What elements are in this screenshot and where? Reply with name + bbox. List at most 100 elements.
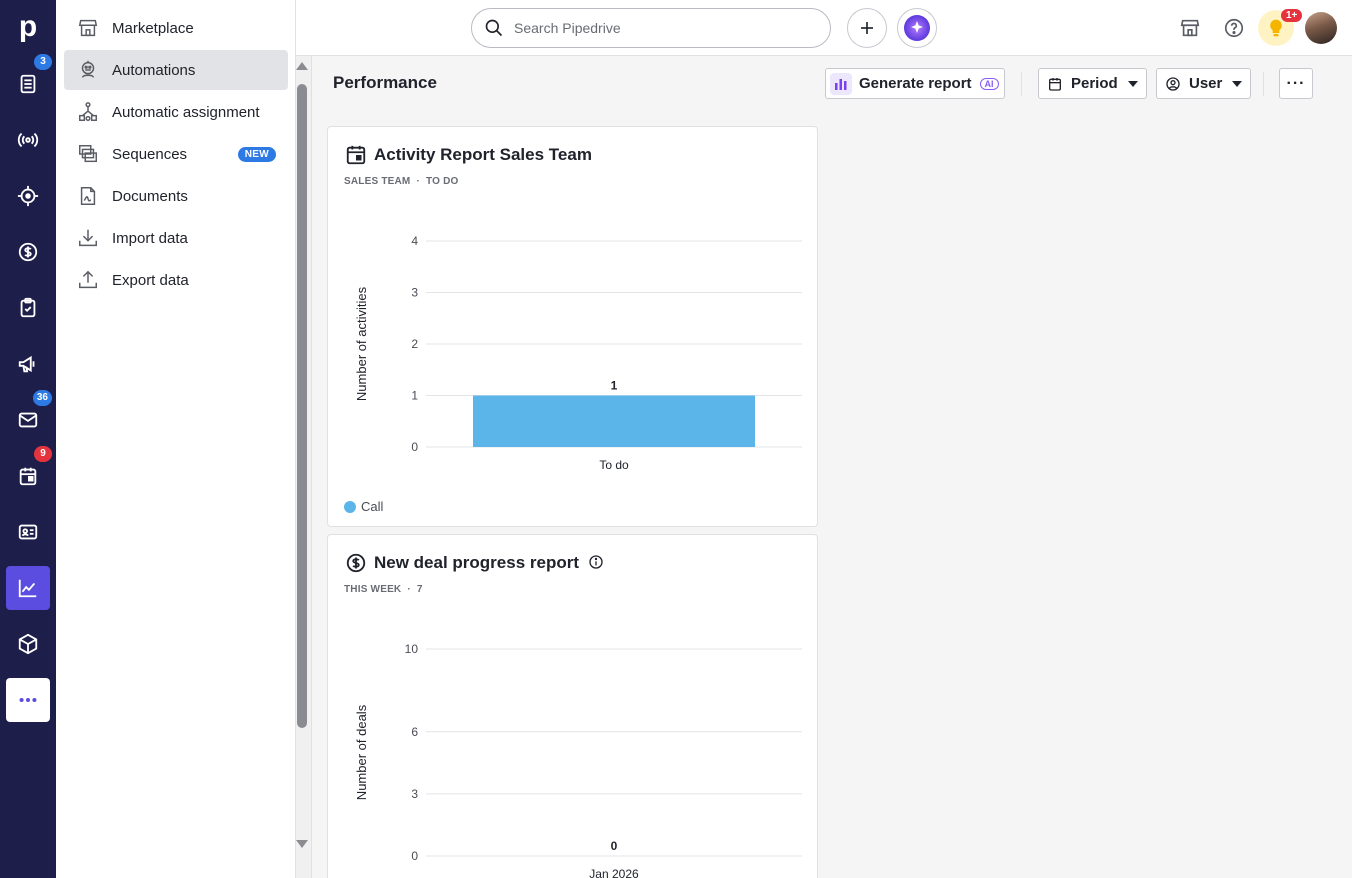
contacts-card-icon bbox=[18, 524, 38, 540]
products-box-icon bbox=[18, 633, 38, 655]
legend-label: Call bbox=[361, 499, 384, 514]
calendar-icon bbox=[1049, 77, 1061, 91]
menu-item-marketplace[interactable]: Marketplace bbox=[64, 8, 288, 48]
y-tick-label: 3 bbox=[411, 787, 418, 801]
menu-item-automatic-assignment[interactable]: Automatic assignment bbox=[64, 92, 288, 132]
leads-badge: 3 bbox=[34, 54, 52, 70]
menu-label: Documents bbox=[112, 187, 188, 205]
top-bar: 1+ bbox=[296, 0, 1352, 56]
generate-report-label: Generate report bbox=[859, 75, 972, 92]
y-tick-label: 6 bbox=[411, 725, 418, 739]
data-label: 0 bbox=[611, 839, 618, 853]
menu-label: Sequences bbox=[112, 145, 188, 163]
help-icon bbox=[1224, 18, 1244, 38]
menu-label: Import data bbox=[112, 229, 188, 247]
insights-nav[interactable] bbox=[6, 566, 50, 610]
bar[interactable] bbox=[473, 395, 755, 448]
add-button[interactable] bbox=[847, 8, 887, 48]
x-tick-label: Jan 2026 bbox=[589, 867, 639, 878]
sequences-icon bbox=[79, 145, 97, 163]
more-options-button[interactable]: ··· bbox=[1279, 68, 1313, 99]
x-tick-label: To do bbox=[599, 458, 629, 472]
search-icon bbox=[485, 19, 503, 37]
ellipsis-icon: ··· bbox=[1286, 74, 1306, 92]
activities-nav[interactable] bbox=[6, 286, 50, 330]
leads-inbox-icon bbox=[20, 74, 36, 94]
leads-inbox-nav[interactable]: 3 bbox=[6, 54, 52, 106]
menu-item-automations[interactable]: Automations bbox=[64, 50, 288, 90]
plus-icon bbox=[861, 22, 873, 34]
divider bbox=[1021, 72, 1022, 96]
ai-badge: AI bbox=[979, 77, 999, 90]
activity-bar-chart: 0 1 2 3 4 Number of activities 1 To do bbox=[354, 234, 802, 472]
ai-assistant-button[interactable] bbox=[897, 8, 937, 48]
megaphone-icon bbox=[18, 355, 35, 373]
lightbulb-icon bbox=[1270, 19, 1282, 37]
new-badge: NEW bbox=[237, 146, 276, 162]
period-dropdown[interactable]: Period bbox=[1038, 68, 1147, 99]
y-tick-label: 0 bbox=[411, 849, 418, 863]
menu-item-import-data[interactable]: Import data bbox=[64, 218, 288, 258]
more-icon bbox=[19, 697, 37, 703]
campaigns-nav[interactable] bbox=[6, 118, 50, 162]
y-tick-label: 3 bbox=[411, 286, 418, 300]
user-dropdown[interactable]: User bbox=[1156, 68, 1252, 99]
deal-progress-bar-chart: 0 3 6 10 Number of deals 0 Jan 2026 bbox=[354, 642, 802, 878]
insights-chart-icon bbox=[18, 579, 37, 598]
store-icon bbox=[78, 19, 98, 37]
menu-item-sequences[interactable]: Sequences NEW bbox=[64, 134, 288, 174]
tips-badge: 1+ bbox=[1281, 9, 1303, 22]
marketplace-button[interactable] bbox=[1176, 14, 1204, 42]
legend-swatch bbox=[344, 500, 356, 513]
assignment-icon bbox=[79, 102, 97, 121]
report-card-deal-progress[interactable]: New deal progress report THIS WEEK · 7 036… bbox=[327, 534, 818, 878]
data-label: 1 bbox=[611, 379, 618, 393]
report-card-activity[interactable]: Activity Report Sales Team SALES TEAM · TO… bbox=[327, 126, 818, 527]
y-tick-label: 10 bbox=[405, 642, 419, 656]
contacts-nav[interactable] bbox=[6, 510, 50, 554]
calendar-nav[interactable]: 9 bbox=[6, 446, 52, 498]
robot-icon bbox=[81, 60, 95, 78]
search-box[interactable] bbox=[471, 8, 831, 48]
search-input[interactable] bbox=[514, 20, 794, 36]
deals-dollar-icon bbox=[18, 242, 38, 262]
campaigns-broadcast-icon bbox=[17, 132, 39, 148]
menu-item-export-data[interactable]: Export data bbox=[64, 260, 288, 300]
user-avatar[interactable] bbox=[1305, 12, 1337, 44]
generate-report-button[interactable]: Generate report AI bbox=[825, 68, 1005, 99]
y-axis-label: Number of activities bbox=[354, 286, 369, 401]
import-icon bbox=[79, 229, 97, 247]
more-nav[interactable] bbox=[6, 678, 50, 722]
user-circle-icon bbox=[1166, 76, 1180, 91]
y-tick-label: 0 bbox=[411, 440, 418, 454]
period-label: Period bbox=[1071, 75, 1118, 92]
chevron-down-icon bbox=[1232, 80, 1243, 87]
ai-sparkle-icon bbox=[904, 15, 930, 41]
help-button[interactable] bbox=[1220, 14, 1248, 42]
divider bbox=[1263, 72, 1264, 96]
sidebar-scrollbar[interactable] bbox=[296, 56, 312, 878]
campaigns-megaphone-nav[interactable] bbox=[6, 342, 50, 386]
y-axis-label: Number of deals bbox=[354, 704, 369, 800]
scroll-down-arrow-icon[interactable] bbox=[296, 840, 308, 848]
y-tick-label: 2 bbox=[411, 337, 418, 351]
activities-clipboard-icon bbox=[20, 297, 36, 318]
deals-nav[interactable] bbox=[6, 230, 50, 274]
report-chart-icon bbox=[830, 72, 852, 95]
document-icon bbox=[80, 187, 96, 205]
menu-item-documents[interactable]: Documents bbox=[64, 176, 288, 216]
mail-nav[interactable]: 36 bbox=[6, 390, 52, 442]
target-nav[interactable] bbox=[6, 174, 50, 218]
scroll-thumb[interactable] bbox=[297, 84, 307, 728]
calendar-icon bbox=[19, 467, 37, 486]
pipedrive-logo[interactable]: p bbox=[14, 10, 42, 44]
products-nav[interactable] bbox=[6, 622, 50, 666]
menu-label: Automatic assignment bbox=[112, 103, 260, 121]
scroll-up-arrow-icon[interactable] bbox=[296, 62, 308, 70]
menu-label: Marketplace bbox=[112, 19, 194, 37]
store-icon bbox=[1180, 19, 1200, 37]
menu-label: Export data bbox=[112, 271, 189, 289]
target-icon bbox=[17, 185, 39, 207]
left-navigation-rail: p 3 36 9 bbox=[0, 0, 56, 878]
menu-label: Automations bbox=[112, 61, 196, 79]
